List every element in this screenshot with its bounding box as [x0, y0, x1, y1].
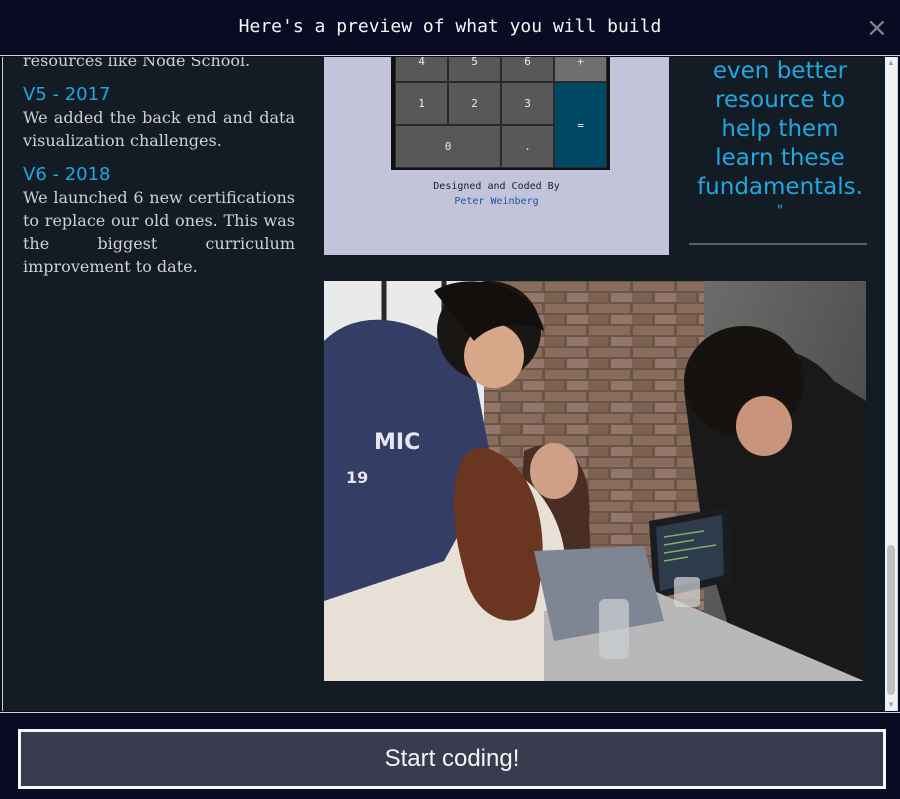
close-icon[interactable]: × [866, 14, 888, 42]
calc-key-1[interactable]: 1 [395, 82, 448, 125]
quote-closing-mark: " [776, 203, 784, 219]
scroll-down-icon[interactable]: ▼ [885, 699, 897, 711]
calc-credit: Designed and Coded By [433, 181, 560, 192]
version-description: We launched 6 new certifications to repl… [23, 188, 295, 276]
calc-key-3[interactable]: 3 [501, 82, 554, 125]
version-heading: V6 - 2018 [23, 164, 111, 185]
calculator-preview: 4 5 6 + 1 2 3 = 0 . Designed and Coded B… [324, 57, 669, 255]
calc-key-2[interactable]: 2 [448, 82, 501, 125]
quote-line: resource to [715, 87, 845, 113]
quote-text: even better resource to help them learn … [691, 57, 869, 220]
modal-footer: Start coding! [0, 712, 900, 799]
calc-key-decimal[interactable]: . [501, 125, 554, 168]
preview-scrollbar[interactable]: ▲ ▼ [885, 57, 897, 711]
calculator: 4 5 6 + 1 2 3 = 0 . [391, 57, 610, 170]
calc-key-6[interactable]: 6 [501, 57, 554, 82]
version-heading: V5 - 2017 [23, 84, 111, 105]
quote-divider [689, 243, 867, 245]
quote-line: fundamentals. [697, 174, 863, 200]
team-photo-illustration: MIC 19 [324, 281, 866, 681]
version-description: We added the back end and data visualiza… [23, 108, 295, 150]
shirt-print-text: MIC [374, 430, 420, 455]
scroll-up-icon[interactable]: ▲ [885, 57, 897, 69]
history-partial-text: resources like Node School. [23, 57, 251, 70]
team-photo: MIC 19 [324, 281, 866, 681]
modal-title: Here's a preview of what you will build [238, 16, 662, 37]
calc-key-5[interactable]: 5 [448, 57, 501, 82]
history-column: resources like Node School. V5 - 2017 We… [23, 57, 295, 278]
calc-key-equals[interactable]: = [554, 82, 607, 168]
quote-line: learn these [715, 145, 845, 171]
quote-line: help them [721, 116, 839, 142]
calc-key-plus[interactable]: + [554, 57, 607, 82]
start-coding-button[interactable]: Start coding! [18, 729, 886, 789]
preview-frame[interactable]: resources like Node School. V5 - 2017 We… [2, 57, 898, 711]
quote-line: even better [712, 58, 848, 84]
shirt-number-text: 19 [346, 468, 368, 487]
scrollbar-thumb[interactable] [887, 545, 895, 695]
calc-credit-author-link[interactable]: Peter Weinberg [324, 196, 669, 207]
calc-key-4[interactable]: 4 [395, 57, 448, 82]
calc-key-0[interactable]: 0 [395, 125, 501, 168]
modal-header: Here's a preview of what you will build … [0, 0, 900, 56]
